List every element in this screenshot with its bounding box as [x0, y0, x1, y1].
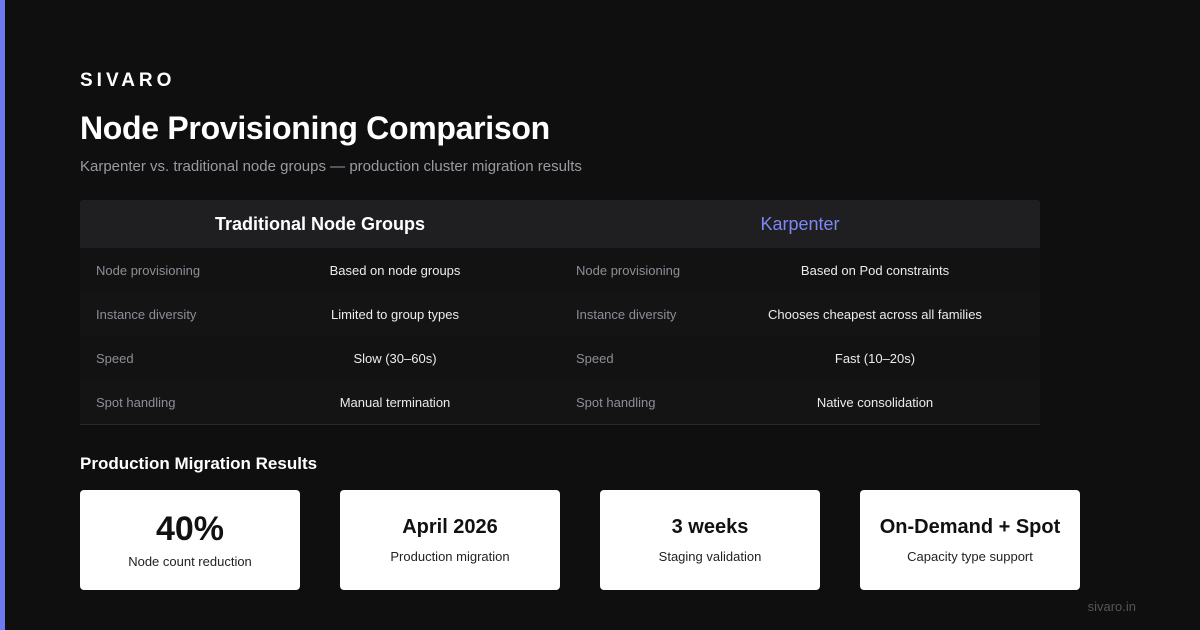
- column-header-traditional: Traditional Node Groups: [80, 200, 560, 248]
- table-row: Spot handling Native consolidation: [560, 380, 1040, 424]
- metric-card: 40% Node count reduction: [80, 490, 300, 590]
- brand-logo: SIVARO: [80, 70, 176, 91]
- accent-bar: [0, 0, 5, 630]
- row-label: Instance diversity: [576, 306, 677, 322]
- metric-card: 3 weeks Staging validation: [600, 490, 820, 590]
- row-value: Limited to group types: [331, 306, 459, 322]
- row-label: Instance diversity: [96, 306, 197, 322]
- table-row: Instance diversity Limited to group type…: [80, 292, 560, 336]
- metric-label: Capacity type support: [907, 548, 1033, 564]
- metric-card: April 2026 Production migration: [340, 490, 560, 590]
- row-value: Based on node groups: [329, 262, 461, 278]
- page-subtitle: Karpenter vs. traditional node groups — …: [80, 158, 582, 175]
- metric-label: Production migration: [390, 548, 510, 564]
- column-header-karpenter: Karpenter: [560, 200, 1040, 248]
- row-label: Speed: [96, 350, 134, 366]
- row-label: Spot handling: [576, 394, 656, 410]
- row-value: Manual termination: [339, 394, 451, 410]
- metric-card: On-Demand + Spot Capacity type support: [860, 490, 1080, 590]
- row-value: Based on Pod constraints: [800, 262, 950, 278]
- comparison-table: Traditional Node Groups Node provisionin…: [80, 200, 1040, 425]
- metric-value: 40%: [155, 509, 225, 548]
- row-value: Chooses cheapest across all families: [768, 306, 982, 322]
- row-label: Spot handling: [96, 394, 176, 410]
- table-row: Node provisioning Based on node groups: [80, 248, 560, 292]
- metric-value: On-Demand + Spot: [879, 515, 1061, 538]
- row-label: Node provisioning: [576, 262, 681, 278]
- table-row: Spot handling Manual termination: [80, 380, 560, 424]
- results-section-title: Production Migration Results: [80, 454, 318, 473]
- table-row: Speed Fast (10–20s): [560, 336, 1040, 380]
- page-title: Node Provisioning Comparison: [80, 110, 550, 146]
- row-value: Native consolidation: [816, 394, 934, 410]
- metric-value: 3 weeks: [671, 515, 749, 538]
- table-row: Speed Slow (30–60s): [80, 336, 560, 380]
- row-label: Node provisioning: [96, 262, 201, 278]
- column-traditional: Traditional Node Groups Node provisionin…: [80, 200, 560, 424]
- footer-url: sivaro.in: [1087, 599, 1136, 614]
- metric-value: April 2026: [402, 515, 498, 538]
- table-row: Instance diversity Chooses cheapest acro…: [560, 292, 1040, 336]
- results-cards: 40% Node count reduction April 2026 Prod…: [80, 490, 1080, 590]
- row-value: Slow (30–60s): [353, 350, 437, 366]
- row-value: Fast (10–20s): [834, 350, 916, 366]
- column-karpenter: Karpenter Node provisioning Based on Pod…: [560, 200, 1040, 424]
- table-row: Node provisioning Based on Pod constrain…: [560, 248, 1040, 292]
- row-label: Speed: [576, 350, 614, 366]
- metric-label: Staging validation: [658, 548, 762, 564]
- metric-label: Node count reduction: [128, 553, 252, 569]
